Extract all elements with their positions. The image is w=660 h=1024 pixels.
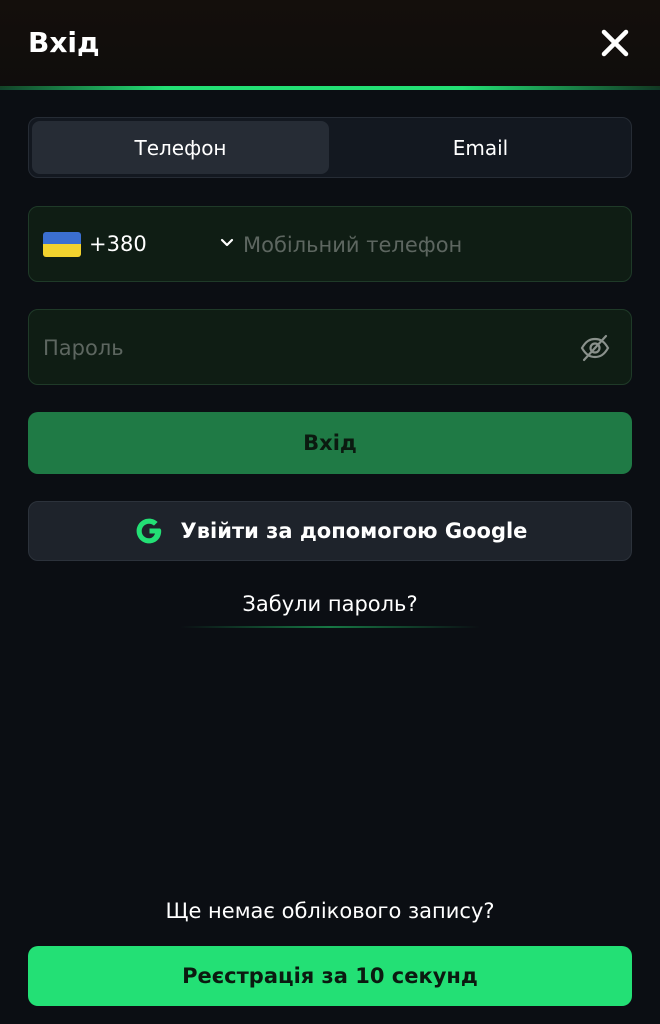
modal-header: Вхід [0, 0, 660, 88]
forgot-password-underline [180, 626, 480, 628]
close-icon [601, 29, 629, 57]
google-icon [136, 518, 161, 544]
phone-input[interactable] [241, 207, 625, 283]
ukraine-flag-icon [43, 231, 81, 257]
forgot-password-link[interactable]: Забули пароль? [0, 592, 660, 616]
login-modal: Вхід Телефон Email +380 Мобільний телефо… [0, 0, 660, 1024]
login-button[interactable]: Вхід [28, 412, 632, 474]
no-account-prompt: Ще немає облікового запису? [165, 899, 495, 923]
tab-email[interactable]: Email [332, 121, 629, 174]
register-button[interactable]: Реєстрація за 10 секунд [28, 946, 632, 1006]
close-button[interactable] [600, 28, 630, 58]
eye-off-icon [580, 334, 610, 362]
password-field [28, 309, 632, 386]
country-code-select[interactable]: +380 [43, 207, 235, 281]
phone-field: +380 [28, 206, 632, 283]
header-divider [0, 86, 660, 90]
chevron-down-icon [220, 238, 234, 247]
password-input[interactable] [41, 310, 565, 386]
password-visibility-toggle[interactable] [579, 332, 611, 364]
google-login-label: Увійти за допомогою Google [180, 519, 528, 543]
login-method-tabs: Телефон Email [28, 117, 632, 178]
tab-phone[interactable]: Телефон [32, 121, 329, 174]
country-code-label: +380 [89, 232, 147, 256]
google-login-button[interactable]: Увійти за допомогою Google [28, 501, 632, 561]
modal-title: Вхід [28, 26, 100, 59]
